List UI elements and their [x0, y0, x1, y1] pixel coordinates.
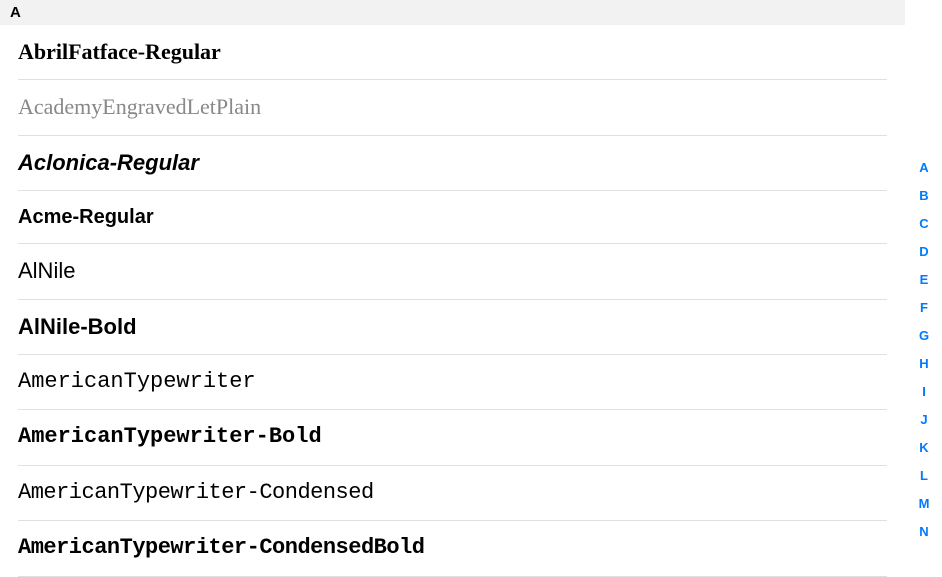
font-item[interactable]: AcademyEngravedLetPlain [18, 80, 887, 135]
alpha-index-f[interactable]: F [912, 300, 936, 315]
alpha-index-n[interactable]: N [912, 524, 936, 539]
alpha-index-m[interactable]: M [912, 496, 936, 511]
font-item[interactable]: AmericanTypewriter-CondensedBold [18, 521, 887, 576]
font-item[interactable]: AmericanTypewriter [18, 355, 887, 410]
section-header-a: A [0, 0, 905, 25]
font-item[interactable]: AbrilFatface-Regular [18, 25, 887, 80]
alpha-index-i[interactable]: I [912, 384, 936, 399]
alpha-index-c[interactable]: C [912, 216, 936, 231]
font-item[interactable]: Aclonica-Regular [18, 136, 887, 191]
alpha-index-l[interactable]: L [912, 468, 936, 483]
alpha-index-g[interactable]: G [912, 328, 936, 343]
font-item[interactable]: Acme-Regular [18, 191, 887, 244]
font-item[interactable]: AmericanTypewriter-Bold [18, 410, 887, 465]
font-list: AbrilFatface-Regular AcademyEngravedLetP… [0, 25, 905, 577]
font-item[interactable]: AlNile-Bold [18, 300, 887, 355]
alpha-index-h[interactable]: H [912, 356, 936, 371]
alpha-index: A B C D E F G H I J K L M N [912, 160, 936, 539]
alpha-index-e[interactable]: E [912, 272, 936, 287]
font-item[interactable]: AmericanTypewriter-Condensed [18, 466, 887, 521]
alpha-index-b[interactable]: B [912, 188, 936, 203]
alpha-index-j[interactable]: J [912, 412, 936, 427]
font-item[interactable]: AlNile [18, 244, 887, 299]
alpha-index-k[interactable]: K [912, 440, 936, 455]
alpha-index-a[interactable]: A [912, 160, 936, 175]
alpha-index-d[interactable]: D [912, 244, 936, 259]
